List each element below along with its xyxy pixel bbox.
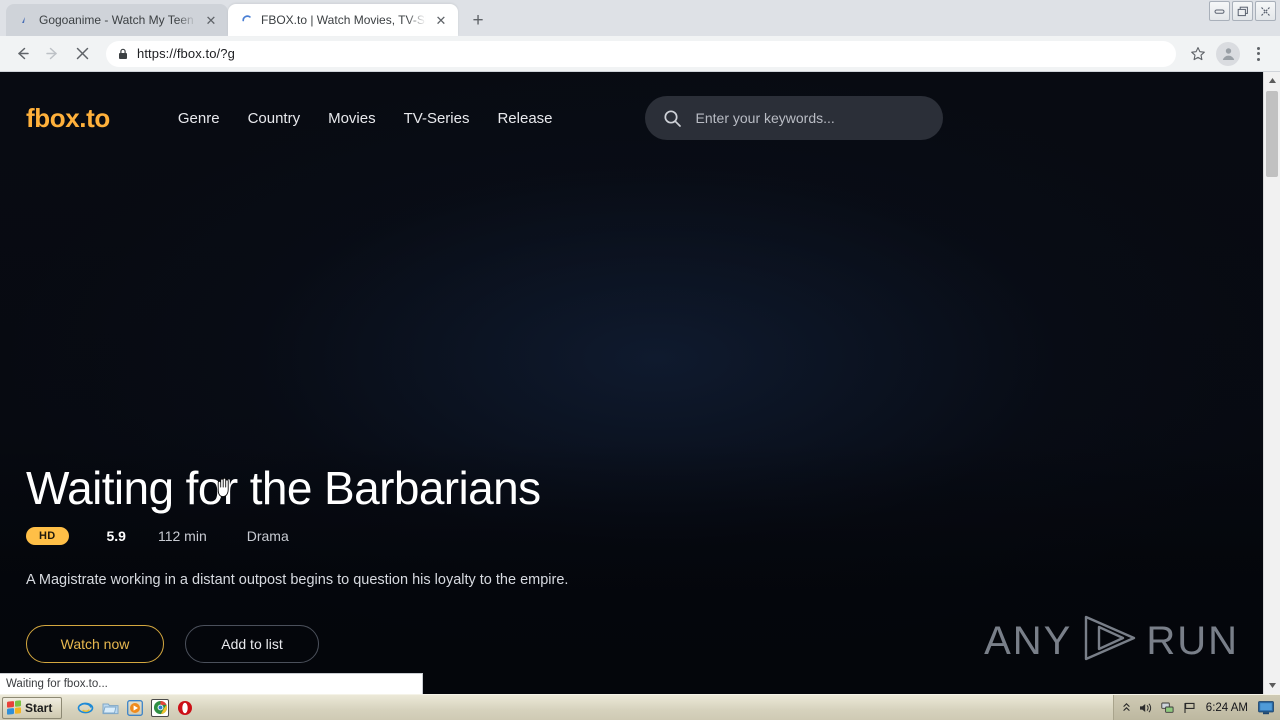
quick-launch-bar bbox=[76, 698, 194, 717]
clock[interactable]: 6:24 AM bbox=[1204, 702, 1250, 714]
url-text: https://fbox.to/?g bbox=[137, 46, 235, 61]
close-button[interactable] bbox=[1255, 1, 1276, 21]
browser-toolbar: https://fbox.to/?g bbox=[0, 36, 1280, 72]
site-header: fbox.to Genre Country Movies TV-Series R… bbox=[0, 72, 1263, 164]
watermark-text-right: RUN bbox=[1146, 618, 1239, 663]
nav-item-movies[interactable]: Movies bbox=[328, 110, 404, 127]
nav-item-release[interactable]: Release bbox=[497, 110, 580, 127]
browser-tab-gogoanime[interactable]: Gogoanime - Watch My Teen Roman ✕ bbox=[6, 4, 228, 36]
search-bar[interactable]: Enter your keywords... bbox=[644, 96, 943, 140]
loading-spinner-favicon bbox=[240, 13, 254, 27]
padlock-icon bbox=[118, 48, 128, 60]
rating-value: 5.9 bbox=[106, 528, 126, 545]
duration-value: 112 min bbox=[157, 528, 207, 545]
quality-badge: HD bbox=[26, 527, 69, 546]
opera-icon[interactable] bbox=[176, 699, 194, 717]
star-icon[interactable] bbox=[1184, 40, 1212, 68]
mouse-cursor-grab-icon bbox=[213, 474, 235, 498]
nav-item-tv-series[interactable]: TV-Series bbox=[404, 110, 498, 127]
tab-title: FBOX.to | Watch Movies, TV-Shows bbox=[261, 13, 426, 27]
tray-expand-icon[interactable] bbox=[1122, 702, 1131, 713]
search-icon bbox=[663, 109, 682, 128]
scrollbar-track[interactable] bbox=[1264, 89, 1280, 677]
minimize-button[interactable] bbox=[1209, 1, 1230, 21]
add-to-list-button[interactable]: Add to list bbox=[185, 624, 319, 663]
page-viewport: fbox.to Genre Country Movies TV-Series R… bbox=[0, 72, 1280, 694]
page-scrollbar[interactable] bbox=[1263, 72, 1280, 694]
close-icon[interactable]: ✕ bbox=[203, 12, 219, 28]
movie-title: Waiting for the Barbarians bbox=[26, 462, 541, 514]
search-input[interactable]: Enter your keywords... bbox=[696, 110, 835, 126]
network-icon[interactable] bbox=[1161, 702, 1175, 714]
stop-loading-icon[interactable] bbox=[68, 40, 96, 68]
browser-window: Gogoanime - Watch My Teen Roman ✕ FBOX.t… bbox=[0, 0, 1280, 720]
back-icon[interactable] bbox=[8, 40, 36, 68]
tab-strip: Gogoanime - Watch My Teen Roman ✕ FBOX.t… bbox=[0, 0, 1280, 36]
start-button[interactable]: Start bbox=[2, 696, 63, 719]
three-dot-menu-icon[interactable] bbox=[1244, 40, 1272, 68]
movie-synopsis: A Magistrate working in a distant outpos… bbox=[26, 572, 569, 589]
scrollbar-thumb[interactable] bbox=[1266, 91, 1278, 177]
tab-title: Gogoanime - Watch My Teen Roman bbox=[39, 13, 196, 27]
nav-item-genre[interactable]: Genre bbox=[178, 110, 248, 127]
main-navigation: Genre Country Movies TV-Series Release bbox=[178, 110, 581, 127]
show-desktop-icon[interactable] bbox=[1258, 700, 1274, 715]
account-avatar-icon[interactable] bbox=[1214, 40, 1242, 68]
address-bar[interactable]: https://fbox.to/?g bbox=[106, 40, 1176, 67]
google-chrome-icon[interactable] bbox=[151, 698, 170, 717]
scroll-down-arrow-icon[interactable] bbox=[1264, 677, 1280, 694]
windows-flag-icon bbox=[7, 700, 21, 715]
nav-item-country[interactable]: Country bbox=[248, 110, 329, 127]
anyrun-watermark: ANY RUN bbox=[984, 613, 1239, 668]
internet-explorer-icon[interactable] bbox=[76, 699, 94, 717]
genre-value: Drama bbox=[246, 528, 289, 545]
volume-icon[interactable] bbox=[1139, 702, 1153, 714]
watermark-text-left: ANY bbox=[984, 618, 1073, 663]
status-bubble: Waiting for fbox.to... bbox=[0, 673, 423, 694]
close-icon[interactable]: ✕ bbox=[433, 12, 449, 28]
site-logo[interactable]: fbox.to bbox=[26, 103, 110, 134]
fbox-page: fbox.to Genre Country Movies TV-Series R… bbox=[0, 72, 1263, 694]
watch-now-button[interactable]: Watch now bbox=[26, 624, 164, 663]
start-button-label: Start bbox=[25, 700, 53, 715]
media-player-icon[interactable] bbox=[126, 699, 144, 717]
windows-taskbar: Start 6:24 AM bbox=[0, 694, 1280, 720]
gogoanime-favicon bbox=[18, 13, 32, 27]
file-explorer-icon[interactable] bbox=[101, 699, 119, 717]
window-controls bbox=[1209, 1, 1276, 21]
restore-button[interactable] bbox=[1232, 1, 1253, 21]
movie-meta-row: HD 5.9 112 min Drama bbox=[26, 527, 1237, 546]
forward-icon[interactable] bbox=[38, 40, 66, 68]
system-tray: 6:24 AM bbox=[1112, 695, 1280, 720]
anyrun-play-logo bbox=[1078, 613, 1140, 668]
new-tab-button[interactable]: + bbox=[464, 6, 492, 34]
browser-tab-fbox[interactable]: FBOX.to | Watch Movies, TV-Shows ✕ bbox=[228, 4, 458, 36]
security-flag-icon[interactable] bbox=[1183, 702, 1196, 714]
scroll-up-arrow-icon[interactable] bbox=[1264, 72, 1280, 89]
